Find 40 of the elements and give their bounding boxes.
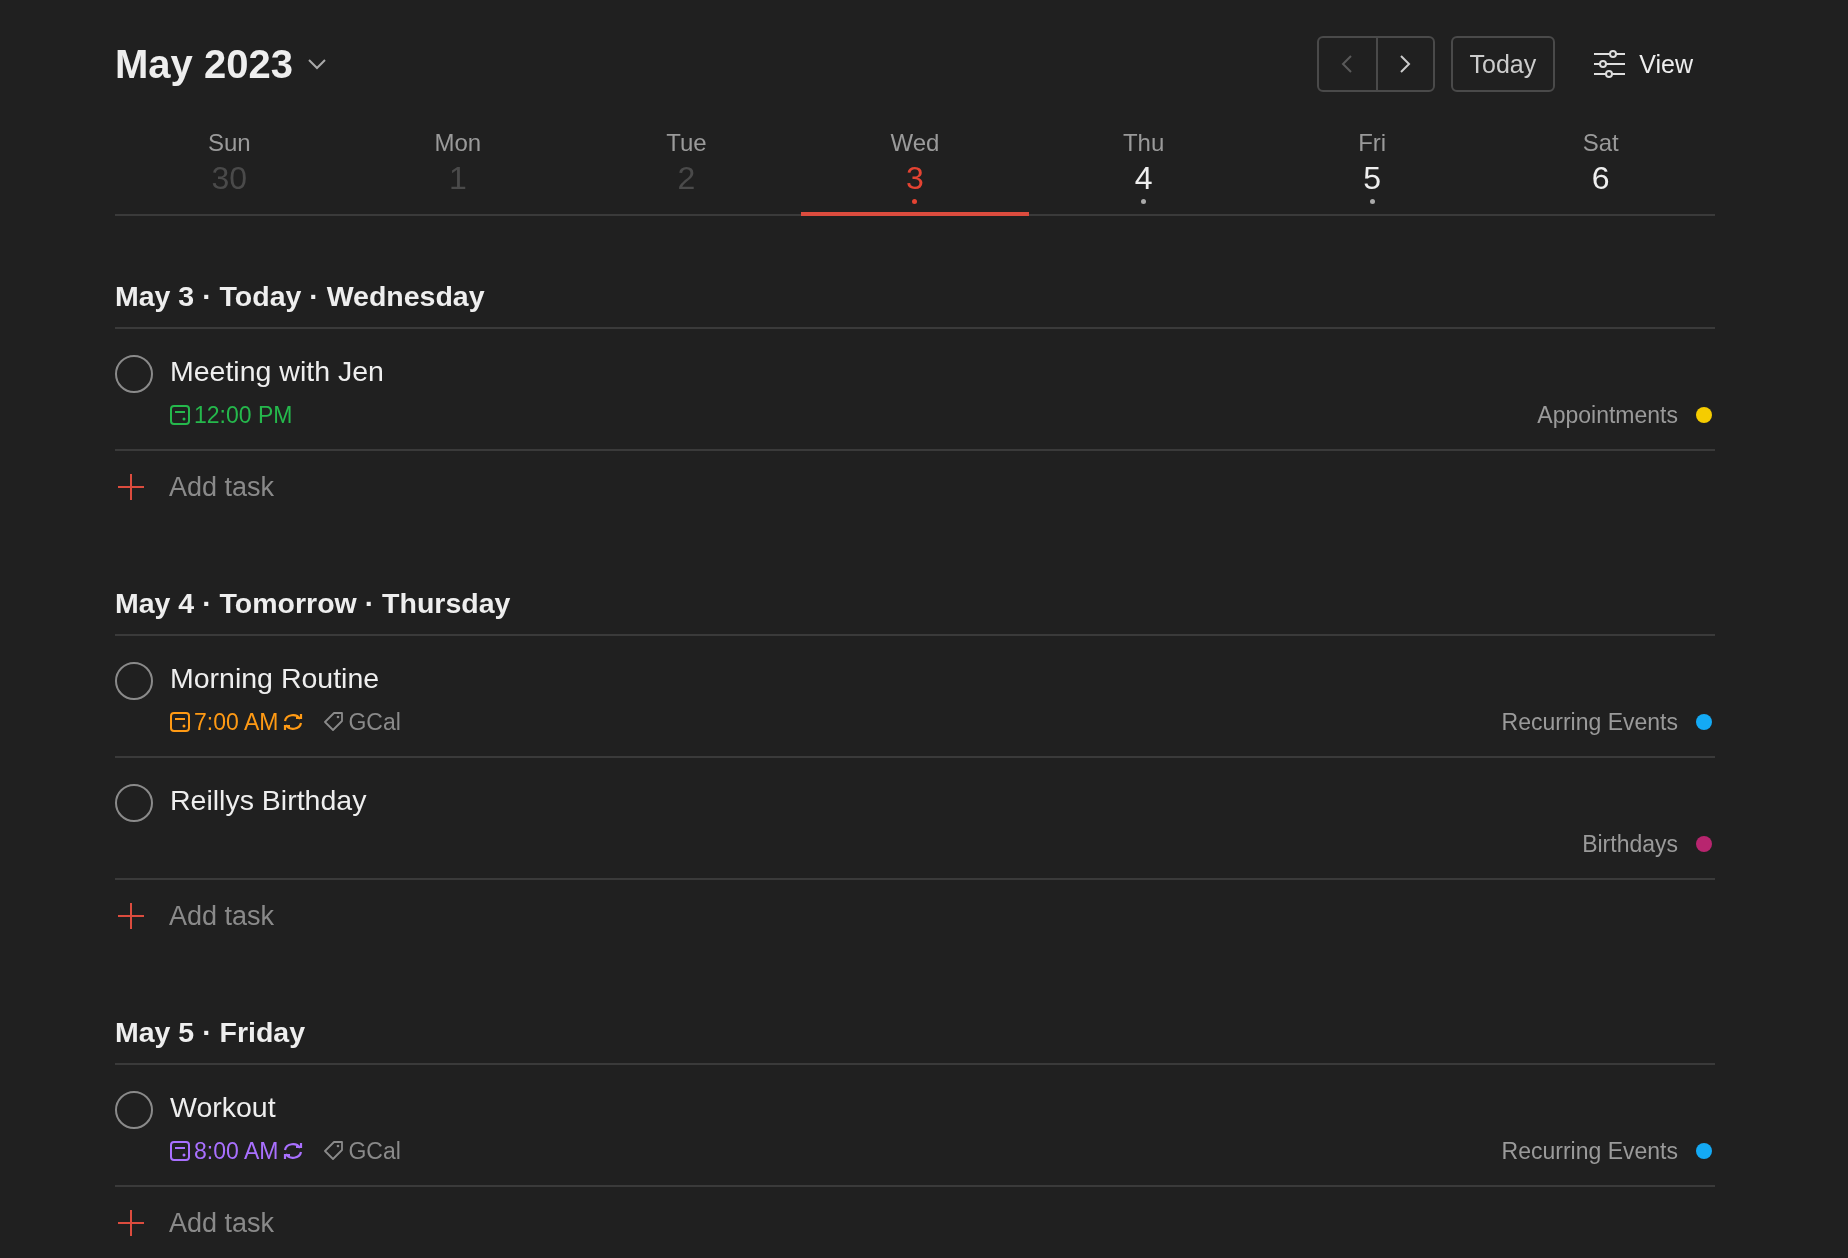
plus-icon (117, 1209, 145, 1237)
tag-icon (324, 1141, 345, 1161)
plus-icon (117, 473, 145, 501)
task-title[interactable]: Morning Routine (170, 660, 1715, 696)
view-button[interactable]: View (1571, 36, 1703, 92)
task-checkbox[interactable] (115, 662, 153, 700)
due-date[interactable]: 12:00 PM (170, 401, 293, 429)
day-tab[interactable]: Thu 4 (1029, 128, 1258, 216)
calendar-icon (170, 405, 190, 425)
plus-icon (117, 902, 145, 930)
task-title[interactable]: Meeting with Jen (170, 353, 1715, 389)
day-tab[interactable]: Wed 3 (800, 128, 1030, 216)
calendar-icon (170, 1141, 190, 1161)
add-task-button[interactable]: Add task (115, 880, 275, 952)
section-heading: May 3 · Today · Wednesday (115, 280, 1715, 329)
task-label[interactable]: GCal (324, 708, 401, 736)
add-task-button[interactable]: Add task (115, 451, 275, 523)
add-task-button[interactable]: Add task (115, 1187, 275, 1258)
calendar-icon (170, 712, 190, 732)
due-date[interactable]: 8:00 AM (170, 1137, 305, 1165)
task-label[interactable]: GCal (324, 1137, 401, 1165)
task-checkbox[interactable] (115, 355, 153, 393)
project-name[interactable]: Birthdays (1582, 830, 1678, 858)
due-date[interactable]: 7:00 AM (170, 708, 305, 736)
month-title[interactable]: May 2023 (115, 41, 293, 87)
section-heading: May 4 · Tomorrow · Thursday (115, 587, 1715, 636)
project-name[interactable]: Appointments (1537, 401, 1678, 429)
task-checkbox[interactable] (115, 784, 153, 822)
task-title[interactable]: Reillys Birthday (170, 782, 1715, 818)
chevron-down-icon[interactable] (306, 58, 327, 70)
task-checkbox[interactable] (115, 1091, 153, 1129)
today-button[interactable]: Today (1450, 36, 1556, 92)
project-name[interactable]: Recurring Events (1501, 708, 1678, 736)
task-title[interactable]: Workout (170, 1089, 1715, 1125)
day-tab[interactable]: Fri 5 (1257, 128, 1487, 216)
tag-icon (324, 712, 345, 732)
sliders-icon[interactable] (1593, 50, 1626, 78)
section-heading: May 5 · Friday (115, 1016, 1715, 1065)
day-tab[interactable]: Sat 6 (1486, 128, 1715, 216)
project-name[interactable]: Recurring Events (1501, 1137, 1678, 1165)
